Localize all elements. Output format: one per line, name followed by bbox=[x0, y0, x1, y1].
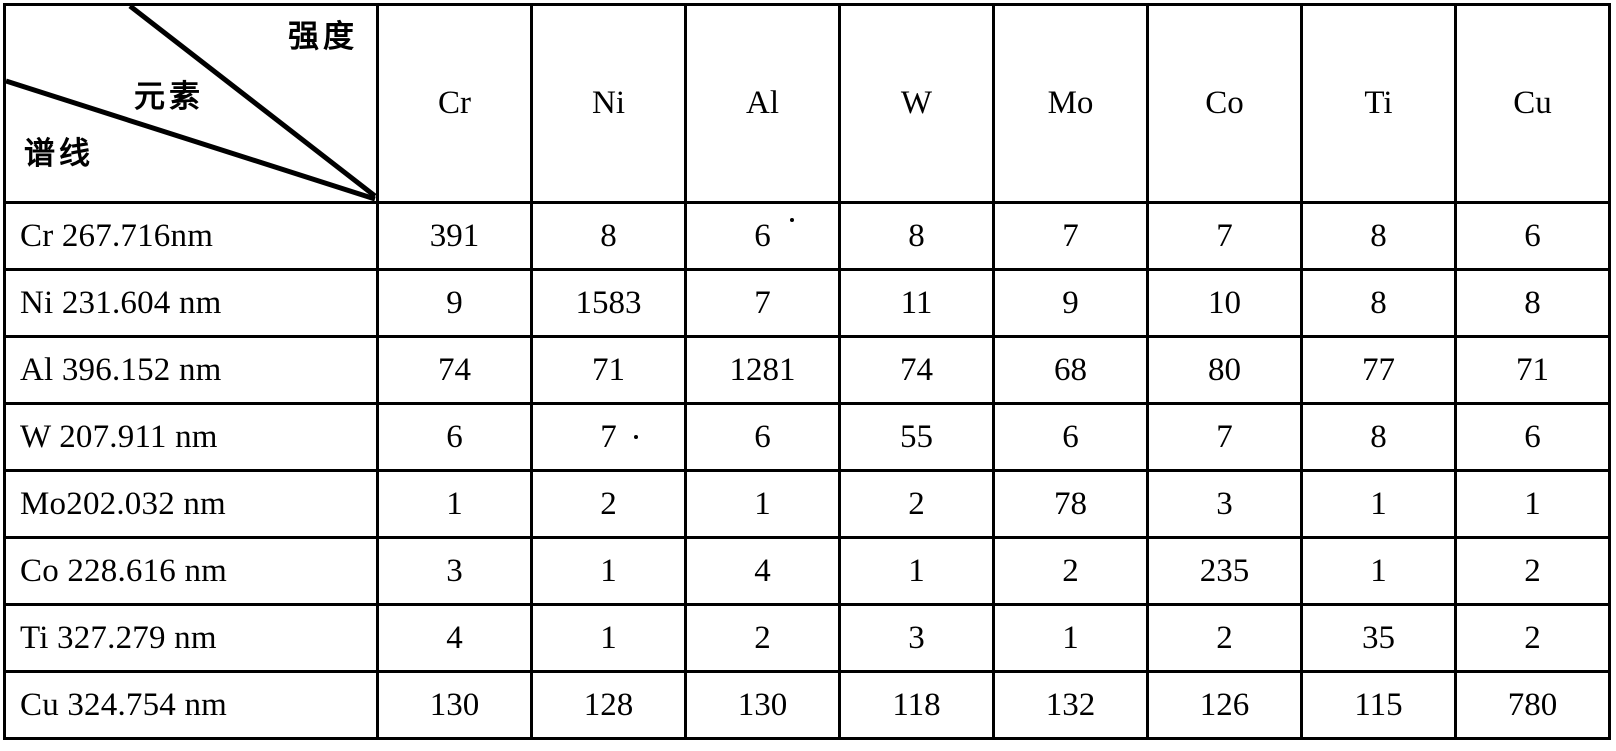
cell-value: 6 bbox=[376, 402, 533, 472]
row-label: Mo202.032 nm bbox=[3, 469, 379, 539]
cell-value: 2 bbox=[1454, 536, 1611, 606]
column-header-mo: Mo bbox=[992, 3, 1149, 204]
cell-value: 1 bbox=[1300, 536, 1457, 606]
table-row: Cu 324.754 nm 130 128 130 118 132 126 11… bbox=[3, 670, 1611, 740]
cell-value: 68 bbox=[992, 335, 1149, 405]
table-row: Cr 267.716nm 391 8 6 8 7 7 8 6 bbox=[3, 201, 1611, 271]
table-row: Ni 231.604 nm 9 1583 7 11 9 10 8 8 bbox=[3, 268, 1611, 338]
cell-value: 115 bbox=[1300, 670, 1457, 740]
cell-value: 71 bbox=[530, 335, 687, 405]
corner-header-cell: 强度 元素 谱线 bbox=[3, 3, 379, 204]
cell-value: 8 bbox=[1300, 268, 1457, 338]
cell-value: 8 bbox=[1300, 402, 1457, 472]
cell-value: 1 bbox=[530, 536, 687, 606]
cell-value: 3 bbox=[838, 603, 995, 673]
scan-speck bbox=[790, 218, 794, 222]
cell-value: 1 bbox=[1300, 469, 1457, 539]
cell-value: 9 bbox=[376, 268, 533, 338]
row-label: Ni 231.604 nm bbox=[3, 268, 379, 338]
column-header-ni: Ni bbox=[530, 3, 687, 204]
cell-value: 77 bbox=[1300, 335, 1457, 405]
cell-value: 1 bbox=[376, 469, 533, 539]
cell-value: 74 bbox=[376, 335, 533, 405]
cell-value: 11 bbox=[838, 268, 995, 338]
cell-value: 130 bbox=[684, 670, 841, 740]
column-header-co: Co bbox=[1146, 3, 1303, 204]
column-header-w: W bbox=[838, 3, 995, 204]
cell-value: 10 bbox=[1146, 268, 1303, 338]
cell-value: 126 bbox=[1146, 670, 1303, 740]
corner-label-intensity: 强度 bbox=[288, 19, 358, 55]
column-header-cr: Cr bbox=[376, 3, 533, 204]
cell-value: 1 bbox=[1454, 469, 1611, 539]
row-label: Co 228.616 nm bbox=[3, 536, 379, 606]
cell-value: 132 bbox=[992, 670, 1149, 740]
column-header-al: Al bbox=[684, 3, 841, 204]
table-row: W 207.911 nm 6 7 6 55 6 7 8 6 bbox=[3, 402, 1611, 472]
cell-value: 2 bbox=[992, 536, 1149, 606]
cell-value: 2 bbox=[530, 469, 687, 539]
table-row: Co 228.616 nm 3 1 4 1 2 235 1 2 bbox=[3, 536, 1611, 606]
cell-value: 6 bbox=[1454, 201, 1611, 271]
cell-value: 1 bbox=[838, 536, 995, 606]
cell-value: 7 bbox=[684, 268, 841, 338]
cell-value: 8 bbox=[530, 201, 687, 271]
cell-value: 780 bbox=[1454, 670, 1611, 740]
table-row: Al 396.152 nm 74 71 1281 74 68 80 77 71 bbox=[3, 335, 1611, 405]
cell-value: 6 bbox=[684, 402, 841, 472]
cell-value: 3 bbox=[376, 536, 533, 606]
row-label: Cu 324.754 nm bbox=[3, 670, 379, 740]
spectral-intensity-table: 强度 元素 谱线 Cr Ni Al W Mo Co Ti Cu Cr 267.7… bbox=[3, 3, 1611, 740]
cell-value: 6 bbox=[684, 201, 841, 271]
table-row: Mo202.032 nm 1 2 1 2 78 3 1 1 bbox=[3, 469, 1611, 539]
cell-value: 71 bbox=[1454, 335, 1611, 405]
cell-value: 55 bbox=[838, 402, 995, 472]
cell-value: 6 bbox=[992, 402, 1149, 472]
cell-value: 3 bbox=[1146, 469, 1303, 539]
corner-label-element: 元素 bbox=[134, 79, 204, 115]
cell-value: 128 bbox=[530, 670, 687, 740]
cell-value: 2 bbox=[684, 603, 841, 673]
cell-value: 2 bbox=[1146, 603, 1303, 673]
row-label: W 207.911 nm bbox=[3, 402, 379, 472]
cell-value: 1 bbox=[530, 603, 687, 673]
row-label: Ti 327.279 nm bbox=[3, 603, 379, 673]
cell-value: 2 bbox=[1454, 603, 1611, 673]
cell-value: 4 bbox=[684, 536, 841, 606]
cell-value: 1281 bbox=[684, 335, 841, 405]
cell-value: 1583 bbox=[530, 268, 687, 338]
row-label: Al 396.152 nm bbox=[3, 335, 379, 405]
cell-value: 8 bbox=[1300, 201, 1457, 271]
cell-value: 130 bbox=[376, 670, 533, 740]
cell-value: 2 bbox=[838, 469, 995, 539]
cell-value: 9 bbox=[992, 268, 1149, 338]
column-header-ti: Ti bbox=[1300, 3, 1457, 204]
cell-value: 8 bbox=[1454, 268, 1611, 338]
cell-value: 391 bbox=[376, 201, 533, 271]
table-header-row: 强度 元素 谱线 Cr Ni Al W Mo Co Ti Cu bbox=[3, 3, 1611, 204]
table-row: Ti 327.279 nm 4 1 2 3 1 2 35 2 bbox=[3, 603, 1611, 673]
cell-value: 8 bbox=[838, 201, 995, 271]
scan-speck bbox=[634, 435, 638, 439]
cell-value: 35 bbox=[1300, 603, 1457, 673]
corner-label-spectral-line: 谱线 bbox=[24, 136, 94, 172]
cell-value: 74 bbox=[838, 335, 995, 405]
cell-value: 80 bbox=[1146, 335, 1303, 405]
cell-value: 7 bbox=[992, 201, 1149, 271]
cell-value: 78 bbox=[992, 469, 1149, 539]
cell-value: 1 bbox=[684, 469, 841, 539]
page-root: 强度 元素 谱线 Cr Ni Al W Mo Co Ti Cu Cr 267.7… bbox=[0, 0, 1616, 751]
cell-value: 7 bbox=[1146, 201, 1303, 271]
cell-value: 7 bbox=[1146, 402, 1303, 472]
cell-value: 6 bbox=[1454, 402, 1611, 472]
column-header-cu: Cu bbox=[1454, 3, 1611, 204]
cell-value: 235 bbox=[1146, 536, 1303, 606]
cell-value: 7 bbox=[530, 402, 687, 472]
cell-value: 1 bbox=[992, 603, 1149, 673]
row-label: Cr 267.716nm bbox=[3, 201, 379, 271]
cell-value: 118 bbox=[838, 670, 995, 740]
cell-value: 4 bbox=[376, 603, 533, 673]
